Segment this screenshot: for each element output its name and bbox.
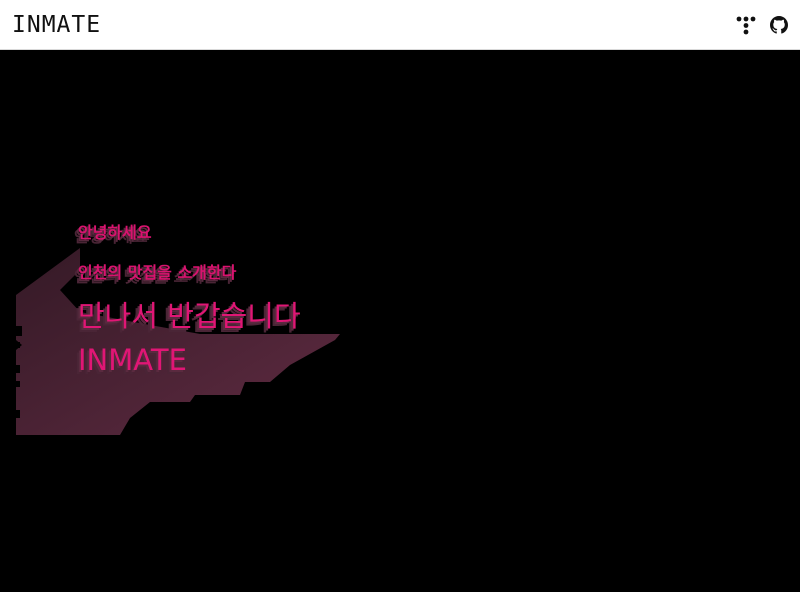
top-navbar: INMATE [0,0,800,50]
hero-section: 안녕하세요 인천의 맛집을 소개한다 만나서 반갑습니다 INMATE [0,50,800,592]
tistory-icon[interactable] [736,15,756,35]
welcome-text: 만나서 반갑습니다 [78,299,301,333]
hero-brand-text: INMATE [78,343,187,377]
intro-text: 인천의 맛집을 소개한다 [78,263,237,282]
greeting-text: 안녕하세요 [78,223,152,242]
nav-icons [736,15,788,35]
brand-logo[interactable]: INMATE [12,12,101,38]
github-icon[interactable] [770,15,788,34]
